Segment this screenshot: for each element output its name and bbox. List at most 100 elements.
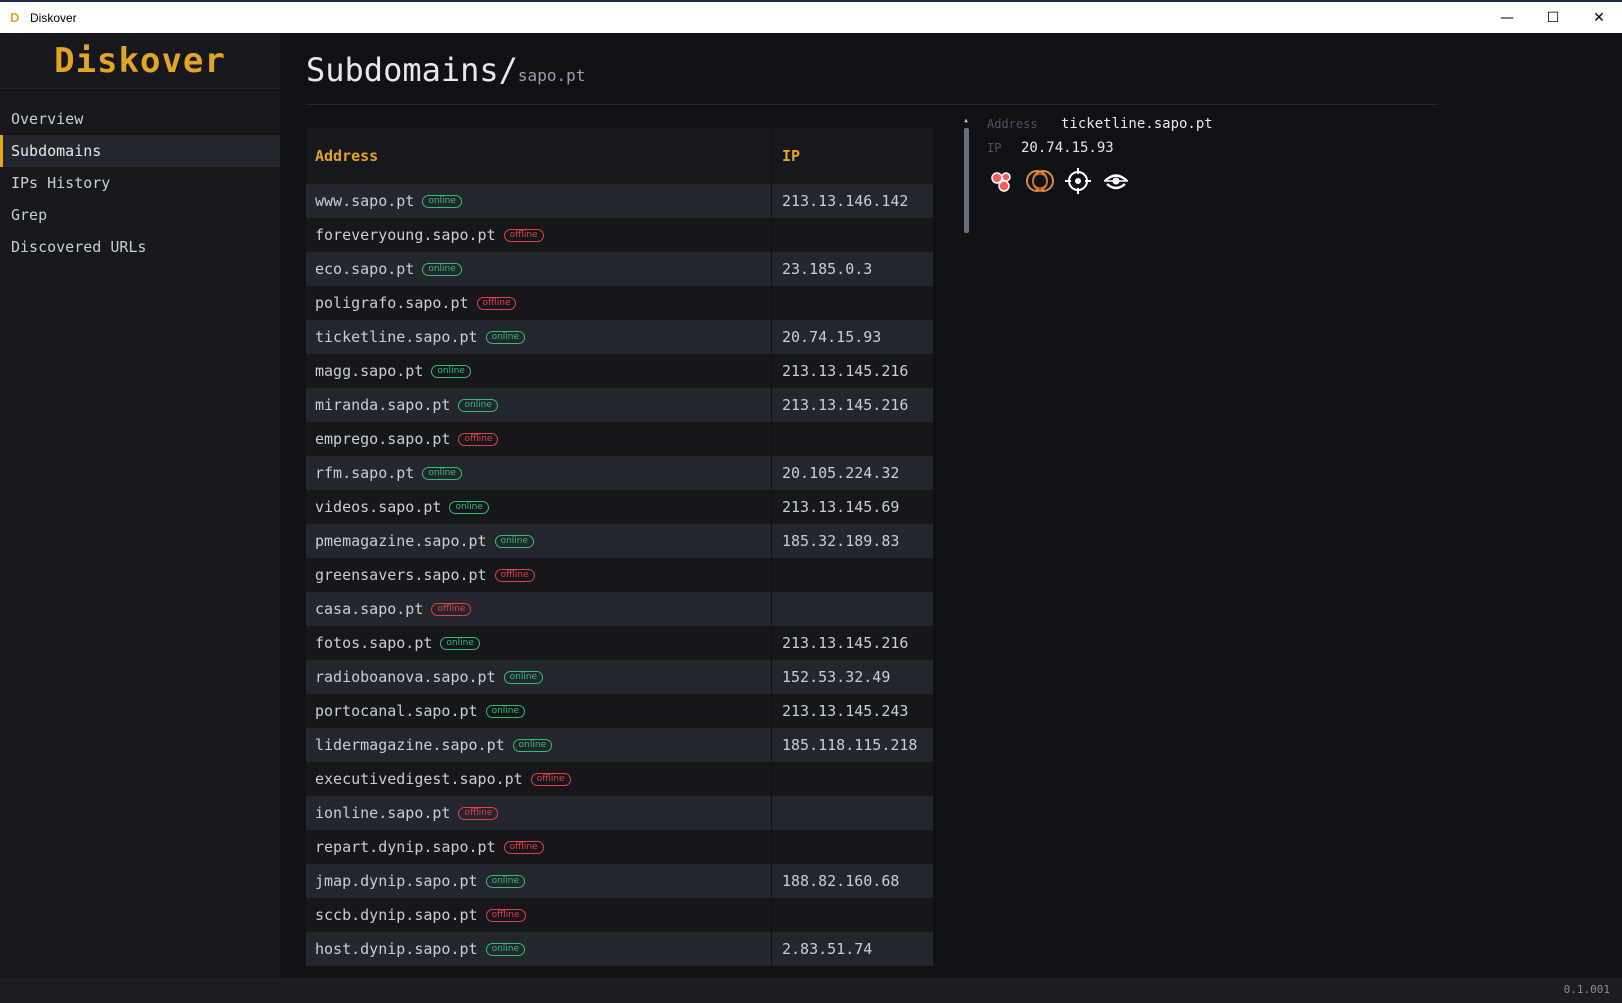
- subdomain-address: poligrafo.sapo.pt: [315, 294, 469, 312]
- sidebar: Diskover Overview Subdomains IPs History…: [0, 33, 280, 978]
- ip-cell: 213.13.145.69: [782, 498, 900, 516]
- address-cell: radioboanova.sapo.pt online: [306, 660, 772, 694]
- status-bar: 0.1.001: [0, 978, 1622, 1003]
- status-badge: offline: [503, 228, 544, 242]
- subdomain-address: radioboanova.sapo.pt: [315, 668, 496, 686]
- app-icon: D: [10, 10, 20, 25]
- address-cell: host.dynip.sapo.pt online: [306, 932, 772, 966]
- table-row[interactable]: repart.dynip.sapo.pt offline: [306, 830, 933, 864]
- table-row[interactable]: foreveryoung.sapo.pt offline: [306, 218, 933, 252]
- ip-cell: 213.13.145.216: [782, 396, 909, 414]
- minimize-button[interactable]: —: [1484, 2, 1530, 33]
- table-row[interactable]: miranda.sapo.pt online 213.13.145.216: [306, 388, 933, 422]
- address-cell: miranda.sapo.pt online: [306, 388, 772, 422]
- scroll-up-icon[interactable]: ▲: [962, 118, 970, 124]
- sidebar-item-grep[interactable]: Grep: [0, 199, 280, 231]
- table-row[interactable]: videos.sapo.pt online 213.13.145.69: [306, 490, 933, 524]
- table-row[interactable]: emprego.sapo.pt offline: [306, 422, 933, 456]
- subdomain-address: host.dynip.sapo.pt: [315, 940, 478, 958]
- address-cell: emprego.sapo.pt offline: [306, 422, 772, 456]
- title-divider: [306, 104, 1438, 105]
- subdomain-address: eco.sapo.pt: [315, 260, 415, 278]
- subdomain-address: repart.dynip.sapo.pt: [315, 838, 496, 856]
- status-badge: offline: [431, 602, 472, 616]
- scrollbar-thumb[interactable]: [964, 128, 969, 233]
- table-row[interactable]: eco.sapo.pt online 23.185.0.3: [306, 252, 933, 286]
- address-cell: foreveryoung.sapo.pt offline: [306, 218, 772, 252]
- subdomain-address: lidermagazine.sapo.pt: [315, 736, 505, 754]
- subdomain-address: magg.sapo.pt: [315, 362, 424, 380]
- status-badge: online: [440, 636, 480, 650]
- maximize-button[interactable]: ☐: [1530, 2, 1576, 33]
- detail-panel: Address ticketline.sapo.pt IP 20.74.15.9…: [987, 112, 1487, 160]
- ip-cell: 185.32.189.83: [782, 532, 900, 550]
- status-badge: offline: [458, 432, 499, 446]
- table-row[interactable]: executivedigest.sapo.pt offline: [306, 762, 933, 796]
- address-cell: ionline.sapo.pt offline: [306, 796, 772, 830]
- detail-scrollbar[interactable]: ▲: [962, 118, 970, 233]
- title-bar: D Diskover — ☐ ✕: [0, 0, 1622, 33]
- table-row[interactable]: ionline.sapo.pt offline: [306, 796, 933, 830]
- logo: Diskover: [0, 33, 280, 89]
- column-header-address[interactable]: Address: [306, 128, 772, 184]
- status-badge: online: [422, 262, 462, 276]
- detail-address-value: ticketline.sapo.pt: [1061, 116, 1213, 132]
- ip-cell: [772, 286, 933, 320]
- address-cell: pmemagazine.sapo.pt online: [306, 524, 772, 558]
- page-subtitle: sapo.pt: [517, 66, 586, 85]
- status-badge: online: [485, 942, 526, 956]
- detail-address-label: Address: [987, 117, 1038, 131]
- sidebar-item-discovered-urls[interactable]: Discovered URLs: [0, 231, 280, 263]
- detail-address-line: Address ticketline.sapo.pt: [987, 112, 1487, 136]
- subdomain-address: www.sapo.pt: [315, 192, 415, 210]
- address-cell: poligrafo.sapo.pt offline: [306, 286, 772, 320]
- table-row[interactable]: sccb.dynip.sapo.pt offline: [306, 898, 933, 932]
- ip-cell: 213.13.145.243: [782, 702, 909, 720]
- table-row[interactable]: host.dynip.sapo.pt online 2.83.51.74: [306, 932, 933, 966]
- subdomain-address: foreveryoung.sapo.pt: [315, 226, 496, 244]
- sidebar-item-overview[interactable]: Overview: [0, 103, 280, 135]
- status-badge: online: [512, 738, 553, 752]
- detail-ip-value: 20.74.15.93: [1021, 140, 1114, 156]
- table-row[interactable]: rfm.sapo.pt online 20.105.224.32: [306, 456, 933, 490]
- table-row[interactable]: pmemagazine.sapo.pt online 185.32.189.83: [306, 524, 933, 558]
- crosshair-icon[interactable]: [1063, 166, 1093, 196]
- table-row[interactable]: poligrafo.sapo.pt offline: [306, 286, 933, 320]
- address-cell: eco.sapo.pt online: [306, 252, 772, 286]
- column-header-ip[interactable]: IP: [772, 128, 933, 184]
- table-row[interactable]: magg.sapo.pt online 213.13.145.216: [306, 354, 933, 388]
- subdomain-address: executivedigest.sapo.pt: [315, 770, 523, 788]
- eye-scan-icon[interactable]: [1101, 166, 1131, 196]
- sidebar-item-ips-history[interactable]: IPs History: [0, 167, 280, 199]
- table-body: www.sapo.pt online 213.13.146.142 foreveryo…: [306, 184, 933, 966]
- window-title: Diskover: [30, 10, 77, 25]
- ip-cell: [772, 218, 933, 252]
- status-badge: offline: [458, 806, 499, 820]
- table-row[interactable]: jmap.dynip.sapo.pt online 188.82.160.68: [306, 864, 933, 898]
- window-controls: — ☐ ✕: [1484, 2, 1622, 33]
- address-cell: ticketline.sapo.pt online: [306, 320, 772, 354]
- table-row[interactable]: radioboanova.sapo.pt online 152.53.32.49: [306, 660, 933, 694]
- status-badge: online: [485, 330, 526, 344]
- close-button[interactable]: ✕: [1576, 2, 1622, 33]
- address-cell: casa.sapo.pt offline: [306, 592, 772, 626]
- subdomains-table[interactable]: Address IP www.sapo.pt online 213.13.146.1…: [306, 128, 933, 978]
- table-row[interactable]: ticketline.sapo.pt online 20.74.15.93: [306, 320, 933, 354]
- ip-cell: [772, 558, 933, 592]
- rings-icon[interactable]: [1025, 166, 1055, 196]
- bubbles-icon[interactable]: [987, 166, 1017, 196]
- status-badge: online: [422, 466, 462, 480]
- sidebar-nav: Overview Subdomains IPs History Grep Dis…: [0, 103, 280, 263]
- table-row[interactable]: portocanal.sapo.pt online 213.13.145.243: [306, 694, 933, 728]
- sidebar-item-subdomains[interactable]: Subdomains: [0, 135, 280, 167]
- table-row[interactable]: casa.sapo.pt offline: [306, 592, 933, 626]
- table-row[interactable]: greensavers.sapo.pt offline: [306, 558, 933, 592]
- table-header: Address IP: [306, 128, 933, 184]
- logo-text: Diskover: [54, 40, 226, 81]
- ip-cell: [772, 422, 933, 456]
- table-row[interactable]: lidermagazine.sapo.pt online 185.118.115.2…: [306, 728, 933, 762]
- ip-cell: [772, 898, 933, 932]
- table-row[interactable]: fotos.sapo.pt online 213.13.145.216: [306, 626, 933, 660]
- table-row[interactable]: www.sapo.pt online 213.13.146.142: [306, 184, 933, 218]
- detail-actions: [987, 166, 1131, 196]
